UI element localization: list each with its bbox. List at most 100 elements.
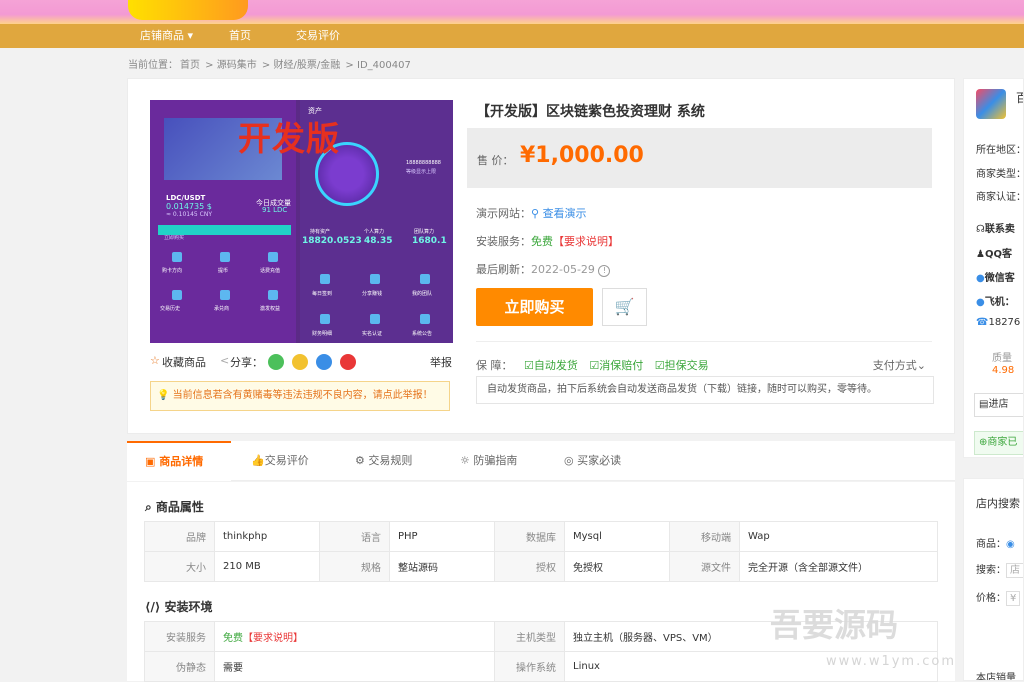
search-list-icon: ⌕ — [145, 500, 156, 514]
grid-label: 提币 — [218, 268, 229, 274]
payment-method-toggle[interactable]: 支付方式⌄ — [873, 357, 926, 373]
search-row: 搜索：店 — [976, 561, 1023, 578]
stat-label: 持有资产 — [310, 229, 331, 235]
attr-value: 整站源码 — [389, 551, 495, 582]
shop-search-panel: 店内搜索 商品：◉ 搜索：店 价格： ¥ 本店销量 — [963, 478, 1024, 681]
share-icon: < — [220, 354, 230, 367]
info-icon[interactable]: ! — [598, 265, 611, 277]
telegram-icon: ● — [976, 297, 985, 308]
install-row: 安装服务：免费【要求说明】 — [476, 235, 619, 248]
product-title: 【开发版】区块链紫色投资理财 系统 — [476, 104, 705, 120]
report-notice[interactable]: 💡 当前信息若含有黄赌毒等违法违规不良内容，请点此举报！ — [150, 381, 450, 411]
guarantee-description: 自动发货商品，拍下后系统会自动发送商品发货（下载）链接，随时可以购买，零等待。 — [476, 376, 934, 404]
env-key: 操作系统 — [494, 651, 565, 682]
weibo-share-icon[interactable] — [340, 354, 356, 370]
star-icon: ☆ — [150, 354, 160, 367]
product-actions: ☆ 收藏商品 < 分享： 举报 — [150, 354, 456, 372]
breadcrumb-id: ID_400407 — [357, 60, 411, 71]
pair-amount: 0.014735 $ — [166, 202, 212, 211]
qq-share-icon[interactable] — [316, 354, 332, 370]
telegram-contact[interactable]: ●飞机： — [976, 293, 1015, 308]
consumer-protection-badge: ☑消保赔付 — [589, 359, 644, 372]
refresh-date: 2022-05-29 — [531, 263, 595, 276]
price-label: 售 价： — [477, 154, 514, 167]
stat-label: 团队算力 — [414, 229, 435, 235]
breadcrumb-prefix: 当前位置： — [128, 60, 178, 71]
table-row: 品牌 thinkphp 语言 PHP 数据库 Mysql 移动端 Wap — [144, 521, 938, 552]
breadcrumb-category[interactable]: 财经/股票/金融 — [274, 60, 341, 71]
search-icon: ⚲ — [531, 207, 543, 220]
attributes-table: 品牌 thinkphp 语言 PHP 数据库 Mysql 移动端 Wap 大小 210 M… — [144, 521, 938, 582]
site-watermark-url: www.w1ym.com — [826, 654, 956, 669]
dev-version-overlay: 开发版 — [238, 119, 340, 158]
pair-label: LDC/USDT — [166, 194, 206, 202]
chevron-down-icon: ▾ — [187, 29, 194, 42]
gear-icon: ⚙ — [355, 454, 369, 467]
tab-fraud-guide[interactable]: ☼ 防骗指南 — [460, 441, 517, 481]
thumb-icon: 👍 — [251, 454, 265, 467]
grid-label: 我的团队 — [412, 291, 433, 297]
shop-search-input[interactable]: 店 — [1006, 563, 1023, 578]
bulb-icon: ☼ — [460, 454, 474, 467]
price-row: 价格： ¥ — [976, 589, 1021, 606]
env-value: 免费【要求说明】 — [214, 621, 495, 652]
quality-label: 质量 — [992, 353, 1012, 364]
cart-button[interactable]: 🛒 — [602, 288, 647, 326]
stat-value: 1680.1 — [412, 236, 447, 246]
shop-navbar: 店铺商品 ▾ 首页 交易评价 — [0, 24, 1024, 48]
attr-key: 规格 — [319, 551, 390, 582]
stat-label: 个人算力 — [364, 229, 385, 235]
wechat-contact[interactable]: ●微信客 — [976, 269, 1015, 284]
document-icon: ▣ — [145, 455, 160, 468]
attr-value: Wap — [739, 521, 938, 552]
attr-value: 210 MB — [214, 551, 320, 582]
nav-home[interactable]: 首页 — [229, 24, 251, 48]
env-value: 需要 — [214, 651, 495, 682]
tab-reviews[interactable]: 👍交易评价 — [251, 441, 309, 481]
auto-delivery-badge: ☑自动发货 — [524, 359, 578, 372]
quality-value: 4.98 — [992, 365, 1015, 376]
price-min-input[interactable]: ¥ — [1006, 591, 1021, 606]
grid-label: 实名认证 — [362, 331, 383, 337]
grid-label: 交易历史 — [160, 306, 181, 312]
grid-label: 系统公告 — [412, 331, 433, 337]
headset-icon: ☊ — [976, 224, 985, 235]
enter-shop-button[interactable]: ▤进店 — [974, 393, 1023, 417]
tab-rules[interactable]: ⚙ 交易规则 — [355, 441, 412, 481]
demo-link[interactable]: 查看演示 — [543, 207, 587, 220]
breadcrumb-market[interactable]: 源码集市 — [217, 60, 257, 71]
qzone-share-icon[interactable] — [292, 354, 308, 370]
favorite-link[interactable]: 收藏商品 — [162, 354, 206, 370]
radio-button[interactable]: ◉ — [1006, 539, 1015, 550]
breadcrumb: 当前位置： 首页 > 源码集市 > 财经/股票/金融 > ID_400407 — [128, 60, 411, 71]
attr-value: thinkphp — [214, 521, 320, 552]
buy-now-button[interactable]: 立即购买 — [476, 288, 593, 326]
tab-buyer-notes[interactable]: ◎ 买家必读 — [564, 441, 621, 481]
nav-reviews[interactable]: 交易评价 — [296, 24, 340, 48]
attributes-title: ⌕ 商品属性 — [145, 500, 204, 514]
qq-contact[interactable]: ♟QQ客 — [976, 245, 1012, 260]
table-row: 大小 210 MB 规格 整站源码 授权 免授权 源文件 完全开源（含全部源文件） — [144, 551, 938, 582]
env-key: 主机类型 — [494, 621, 565, 652]
escrow-badge: ☑担保交易 — [654, 359, 709, 372]
site-watermark: 吾要源码 — [770, 606, 899, 644]
notice-text: 当前信息若含有黄赌毒等违法违规不良内容，请点此举报！ — [172, 390, 433, 401]
level-label: 等级显示上限 — [406, 169, 437, 175]
table-row: 伪静态 需要 操作系统 Linux — [144, 651, 938, 682]
attr-value: 免授权 — [564, 551, 670, 582]
grid-label: 分享赚钱 — [362, 291, 383, 297]
divider — [476, 341, 932, 342]
nav-shop-goods[interactable]: 店铺商品 ▾ — [140, 24, 193, 48]
attr-key: 源文件 — [669, 551, 740, 582]
cert-label: 商家认证： — [976, 192, 1024, 203]
report-link[interactable]: 举报 — [430, 354, 452, 370]
tab-details[interactable]: ▣ 商品详情 — [127, 441, 231, 481]
wechat-share-icon[interactable] — [268, 354, 284, 370]
env-requirement-link[interactable]: 【要求说明】 — [243, 633, 303, 644]
region-label: 所在地区： — [976, 145, 1024, 156]
lightbulb-icon: 💡 — [157, 390, 170, 401]
install-requirement-link[interactable]: 【要求说明】 — [553, 235, 619, 248]
phone-icon: ☎ — [976, 317, 989, 328]
shop-name[interactable]: 百 — [1016, 89, 1023, 106]
breadcrumb-home[interactable]: 首页 — [180, 60, 200, 71]
